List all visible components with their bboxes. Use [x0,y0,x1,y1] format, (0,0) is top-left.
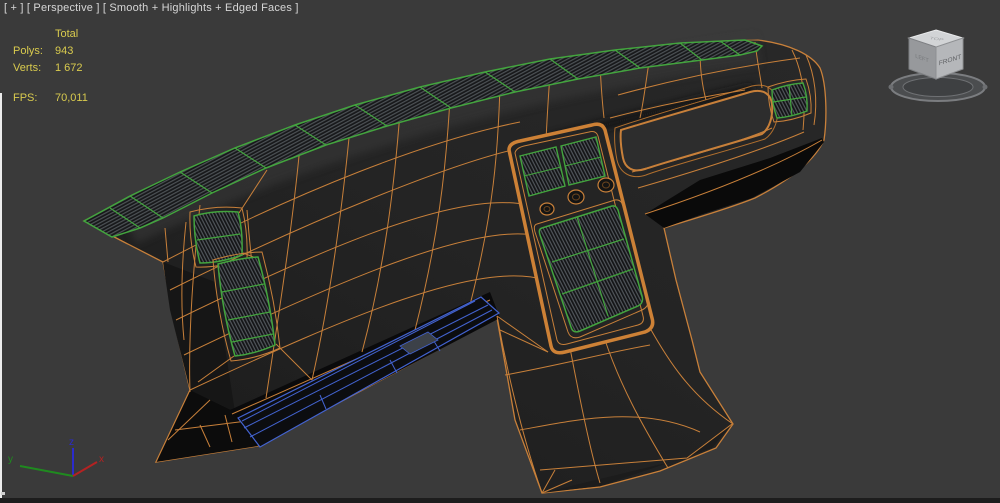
stats-polys-value: 943 [55,45,73,57]
viewcube-cube[interactable]: TOP LEFT FRONT [909,30,963,79]
compass-tick-east [983,85,988,90]
viewport[interactable]: TOP LEFT FRONT z y x [ + ] [ Perspective… [0,0,1000,503]
stats-verts-value: 1 672 [55,62,83,74]
stats-fps-value: 70,011 [55,92,88,104]
viewport-corner-handle[interactable] [1,492,5,495]
stats-fps-label: FPS: [13,92,37,104]
stats-polys-label: Polys: [13,45,43,57]
compass-tick-west [889,85,894,90]
viewport-label-menu[interactable]: [ + ] [ Perspective ] [ Smooth + Highlig… [4,2,299,14]
stats-verts-label: Verts: [13,62,41,74]
z-axis-label: z [69,437,74,448]
y-axis-label: y [8,454,13,465]
stats-total-header: Total [55,28,78,40]
x-axis-label: x [99,454,104,465]
viewport-bottom-border [0,498,1000,503]
viewcube-compass-inner [903,78,973,97]
viewport-left-border [0,93,2,503]
viewport-canvas[interactable]: TOP LEFT FRONT z y x [0,0,1000,503]
